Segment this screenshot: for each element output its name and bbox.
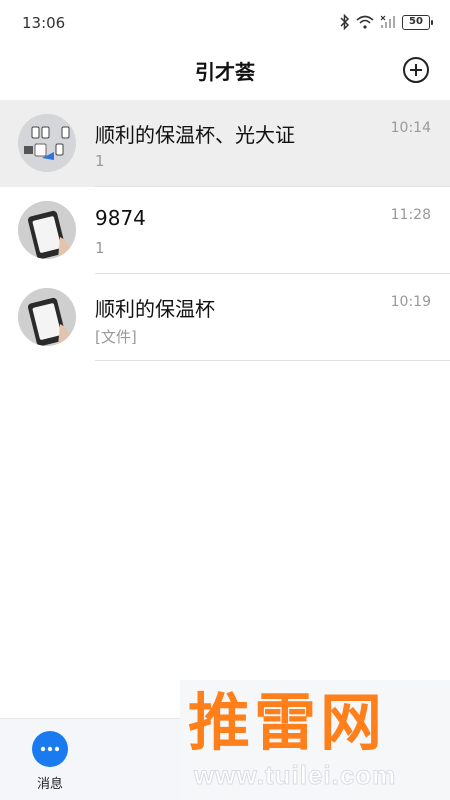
wifi-icon (356, 15, 374, 29)
chat-time: 11:28 (390, 207, 431, 223)
chat-name: 9874 (95, 206, 146, 230)
watermark-url: www.tuilei.com (193, 760, 397, 791)
chat-preview: 1 (95, 152, 105, 170)
chat-time: 10:19 (390, 294, 431, 310)
app-screen: 13:06 50 引才荟 顺利的保温杯、光大证 10:14 1 9874 11:… (0, 0, 450, 800)
chat-preview: [文件] (95, 328, 137, 346)
chat-dots-icon (32, 731, 68, 767)
watermark-logo: 推雷网 (188, 686, 387, 759)
watermark: 推雷网 www.tuilei.com (180, 680, 450, 800)
status-time: 13:06 (22, 14, 66, 32)
chat-time: 10:14 (390, 120, 431, 136)
phone-photo-avatar (18, 288, 76, 346)
app-header: 引才荟 (0, 46, 450, 98)
bluetooth-icon (340, 14, 350, 30)
plus-circle-icon (403, 57, 429, 83)
chat-name: 顺利的保温杯 (95, 297, 215, 321)
nav-item-label: 消息 (36, 777, 63, 792)
status-icons: 50 (340, 14, 433, 30)
chat-item[interactable]: 9874 11:28 1 (0, 187, 450, 274)
add-button[interactable] (402, 56, 430, 84)
divider (95, 360, 450, 361)
signal-icon (380, 15, 396, 29)
status-bar: 13:06 50 (0, 0, 450, 46)
battery-indicator: 50 (402, 14, 433, 30)
chat-item[interactable]: 顺利的保温杯 10:19 [文件] (0, 274, 450, 361)
nav-item-messages[interactable]: 消息 (22, 729, 78, 793)
phone-photo-avatar (18, 201, 76, 259)
chat-item[interactable]: 顺利的保温杯、光大证 10:14 1 (0, 100, 450, 187)
group-avatar (18, 114, 76, 172)
chat-list: 顺利的保温杯、光大证 10:14 1 9874 11:28 1 顺利的保温杯 1… (0, 100, 450, 361)
page-title: 引才荟 (195, 60, 255, 84)
chat-name: 顺利的保温杯、光大证 (95, 123, 295, 147)
chat-preview: 1 (95, 239, 105, 257)
